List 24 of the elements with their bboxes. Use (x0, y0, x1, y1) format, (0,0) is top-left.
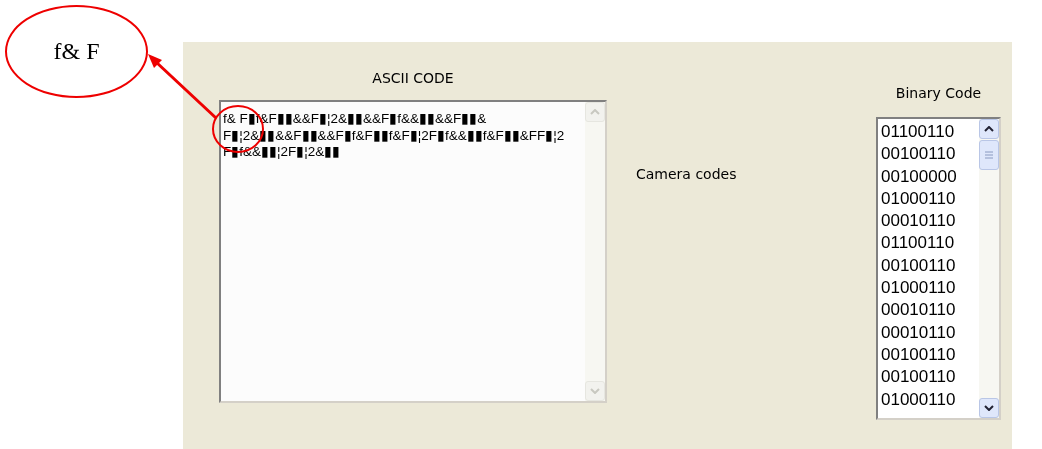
scroll-down-button[interactable] (979, 398, 999, 418)
ascii-code-title: ASCII CODE (372, 70, 454, 86)
list-item[interactable]: 00010110 (881, 321, 979, 344)
binary-code-title: Binary Code (895, 85, 982, 101)
list-item[interactable]: 00100110 (881, 143, 979, 166)
list-item[interactable]: 00100110 (881, 254, 979, 278)
camera-codes-label: Camera codes (636, 166, 738, 182)
binary-list[interactable]: 01100110 00100110 00100000 01000110 00010110 01100110 00100110 01000110 00010110 00010110 00100110 00100110 01000110 (876, 117, 1001, 420)
list-item[interactable]: 00100110 (881, 343, 979, 367)
scrollbar[interactable] (979, 119, 999, 418)
list-item[interactable]: 01000110 (881, 187, 979, 211)
list-item[interactable]: 01000110 (881, 388, 979, 411)
scroll-thumb[interactable] (979, 140, 999, 170)
grip-icon (985, 151, 993, 159)
list-item[interactable]: 00010110 (881, 299, 979, 322)
list-item[interactable]: 01100110 (881, 121, 979, 144)
list-item[interactable]: 00100000 (881, 165, 979, 188)
callout-bubble: f& F (5, 5, 148, 98)
list-item[interactable]: 01000110 (881, 277, 979, 300)
scroll-up-button[interactable] (979, 119, 999, 139)
list-item[interactable]: 00010110 (881, 210, 979, 233)
list-item[interactable]: 01100110 (881, 232, 979, 255)
list-item[interactable]: 00100110 (881, 366, 979, 389)
ascii-text-line: F▮f&&▮▮¦2F▮¦2&▮▮ (223, 144, 342, 161)
